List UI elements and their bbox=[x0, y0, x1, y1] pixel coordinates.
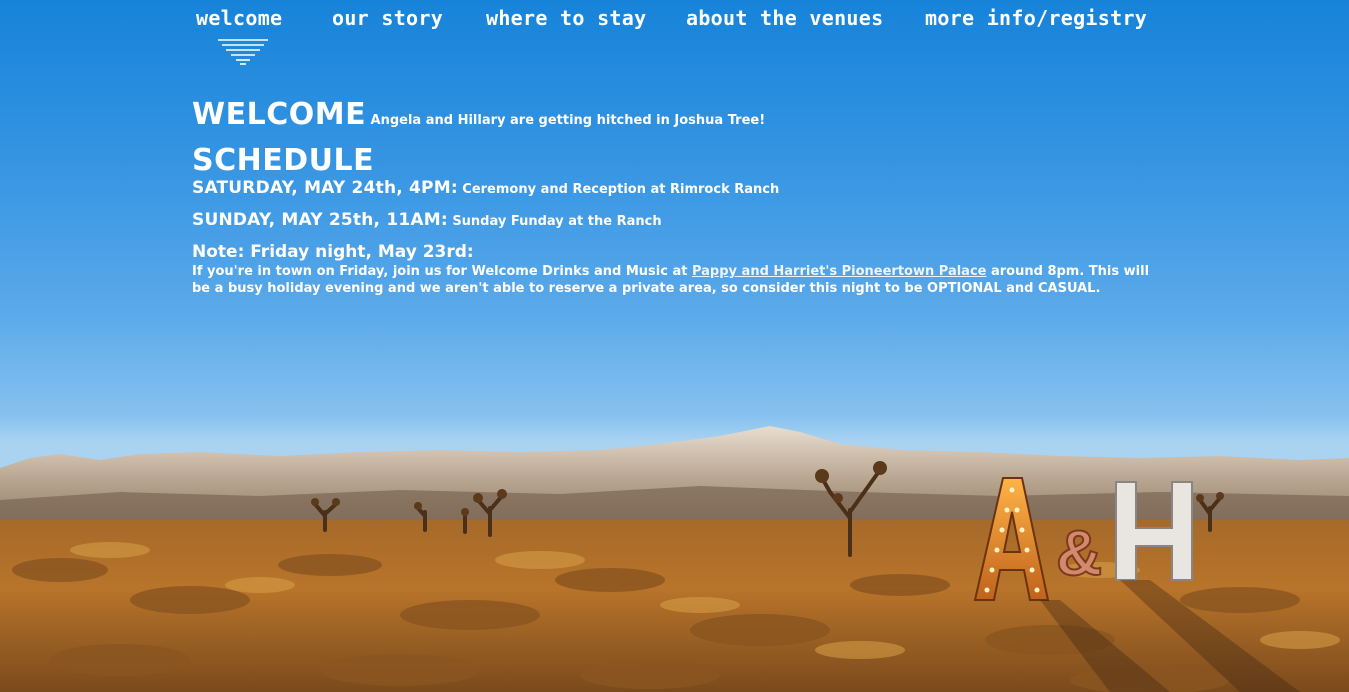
venue-link-pappy-harriets[interactable]: Pappy and Harriet's Pioneertown Palace bbox=[692, 264, 986, 279]
nav-item-welcome[interactable]: welcome bbox=[196, 6, 282, 30]
welcome-tagline: Angela and Hillary are getting hitched i… bbox=[370, 113, 766, 128]
schedule-event-saturday: SATURDAY, MAY 24th, 4PM: Ceremony and Re… bbox=[192, 178, 1152, 198]
svg-text:&: & bbox=[1056, 517, 1102, 589]
striped-triangle-icon bbox=[218, 39, 268, 65]
welcome-heading: WELCOME bbox=[192, 97, 367, 132]
note-heading: Note: Friday night, May 23rd: bbox=[192, 242, 474, 262]
top-nav: welcome our story where to stay about th… bbox=[0, 0, 1349, 70]
nav-item-our-story[interactable]: our story bbox=[332, 6, 443, 30]
event-description: Ceremony and Reception at Rimrock Ranch bbox=[462, 182, 780, 197]
welcome-row: WELCOME Angela and Hillary are getting h… bbox=[192, 96, 1152, 140]
nav-item-more-info-registry[interactable]: more info/registry bbox=[925, 6, 1147, 30]
schedule-heading: SCHEDULE bbox=[192, 143, 375, 178]
nav-item-about-the-venues[interactable]: about the venues bbox=[686, 6, 883, 30]
main-content: WELCOME Angela and Hillary are getting h… bbox=[192, 96, 1152, 297]
event-datetime: SUNDAY, MAY 25th, 11AM: bbox=[192, 210, 448, 230]
event-description: Sunday Funday at the Ranch bbox=[452, 214, 662, 229]
nav-item-where-to-stay[interactable]: where to stay bbox=[486, 6, 646, 30]
schedule-event-sunday: SUNDAY, MAY 25th, 11AM: Sunday Funday at… bbox=[192, 210, 1152, 230]
desert-landscape-image: & bbox=[0, 426, 1349, 692]
note-text-before: If you're in town on Friday, join us for… bbox=[192, 264, 692, 279]
note-body: If you're in town on Friday, join us for… bbox=[192, 263, 1152, 297]
event-datetime: SATURDAY, MAY 24th, 4PM: bbox=[192, 178, 458, 198]
